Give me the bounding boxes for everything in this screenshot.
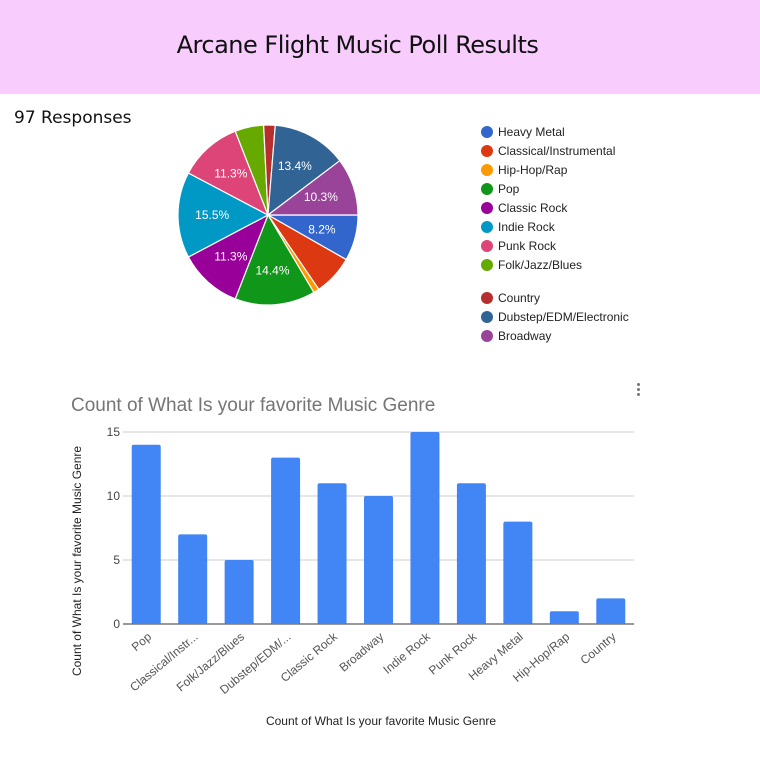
pie-slice-9 [267, 124, 341, 217]
pie-slice-label: 11.3% [214, 166, 247, 180]
response-count: 97 Responses [14, 108, 132, 128]
legend-label: Classic Rock [498, 200, 568, 215]
legend-label: Indie Rock [498, 219, 555, 234]
page-title: Arcane Flight Music Poll Results [176, 31, 539, 59]
pie-slice-label: 10.3% [304, 190, 338, 204]
legend-swatch [481, 239, 493, 252]
bar [364, 496, 393, 624]
x-axis-label: Count of What Is your favorite Music Gen… [266, 714, 496, 728]
chart-menu-button[interactable] [631, 383, 645, 401]
legend-swatch [481, 310, 493, 323]
pie-slice-7 [234, 124, 269, 216]
legend-item: Heavy Metal [481, 122, 629, 141]
legend-swatch [481, 220, 493, 233]
legend-swatch [481, 125, 493, 138]
y-tick-label: 15 [107, 425, 121, 439]
legend-label: Punk Rock [498, 238, 557, 253]
pie-slice-label: 13.4% [278, 159, 312, 173]
x-tick-label: Indie Rock [380, 629, 433, 677]
y-tick-label: 10 [107, 489, 121, 503]
bar [549, 611, 579, 624]
pie-slice-10 [266, 159, 359, 216]
legend-label: Classical/Instrumental [498, 143, 616, 158]
legend-item: Broadway [481, 326, 629, 345]
pie-slice-2 [267, 214, 320, 294]
legend-swatch [481, 144, 493, 157]
legend-item: Pop [481, 179, 629, 198]
x-tick-label: Broadway [337, 630, 387, 675]
legend-label: Pop [498, 181, 520, 196]
legend-item: Dubstep/EDM/Electronic [481, 307, 629, 326]
bar [456, 483, 486, 624]
pie-legend: Heavy Metal Classical/Instrumental Hip-Hop… [481, 122, 629, 345]
bar-chart-title: Count of What Is your favorite Music Gen… [71, 395, 435, 416]
x-tick-label: Hip-Hop/Rap [510, 629, 572, 685]
legend-swatch [481, 163, 493, 176]
bar [224, 560, 254, 624]
bar [178, 534, 208, 624]
page-header: Arcane Flight Music Poll Results [0, 0, 760, 94]
bar [503, 521, 533, 624]
pie-slice-8 [263, 124, 276, 216]
legend-item: Country [481, 288, 629, 307]
legend-item: Classic Rock [481, 198, 629, 217]
legend-swatch [481, 182, 493, 195]
legend-label: Broadway [498, 328, 552, 343]
legend-swatch [481, 258, 493, 271]
pie-slice-label: 8.2% [308, 222, 336, 236]
bar [410, 432, 440, 624]
x-tick-label: Classic Rock [278, 629, 341, 685]
bar [131, 444, 161, 624]
pie-slice-6 [187, 130, 270, 217]
legend-item: Folk/Jazz/Blues [481, 255, 629, 274]
legend-item: Classical/Instrumental [481, 141, 629, 160]
x-tick-label: Country [578, 630, 619, 668]
legend-item: Punk Rock [481, 236, 629, 255]
legend-swatch [481, 291, 493, 304]
pie-slice-1 [267, 214, 348, 291]
legend-item: Hip-Hop/Rap [481, 160, 629, 179]
bar [317, 483, 347, 624]
legend-label: Dubstep/EDM/Electronic [498, 309, 629, 324]
pie-slice-5 [177, 172, 270, 258]
x-tick-label: Pop [129, 629, 155, 654]
pie-slice-0 [265, 214, 359, 261]
y-tick-label: 0 [113, 617, 120, 631]
x-tick-label: Punk Rock [426, 629, 480, 678]
bar [596, 598, 626, 624]
x-tick-label: Heavy Metal [466, 630, 526, 684]
x-tick-label: Classical/Instr... [127, 630, 200, 695]
legend-swatch [481, 201, 493, 214]
more-vert-icon [631, 383, 645, 396]
y-tick-label: 5 [113, 553, 120, 567]
x-tick-label: Dubstep/EDM/... [217, 630, 293, 697]
bar [271, 457, 301, 624]
legend-swatch [481, 329, 493, 342]
x-tick-label: Folk/Jazz/Blues [174, 630, 247, 695]
legend-label: Heavy Metal [498, 124, 565, 139]
pie-slice-4 [187, 213, 270, 300]
y-axis-label: Count of What Is your favorite Music Gen… [70, 446, 84, 676]
pie-slice-label: 14.4% [255, 264, 289, 278]
legend-label: Hip-Hop/Rap [498, 162, 568, 177]
pie-slice-label: 11.3% [214, 250, 247, 264]
pie-slice-3 [234, 213, 315, 306]
legend-label: Folk/Jazz/Blues [498, 257, 583, 272]
legend-item: Indie Rock [481, 217, 629, 236]
pie-slice-label: 15.5% [195, 208, 229, 222]
legend-label: Country [498, 290, 541, 305]
